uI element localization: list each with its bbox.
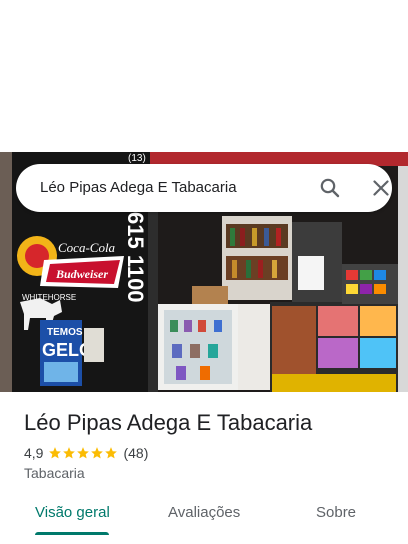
- search-icon[interactable]: [318, 176, 342, 200]
- tab-reviews[interactable]: Avaliações: [168, 504, 240, 521]
- tab-overview[interactable]: Visão geral: [35, 504, 110, 521]
- star-icon: [63, 447, 76, 459]
- active-tab-indicator: [35, 532, 109, 535]
- star-icon: [49, 447, 62, 459]
- star-icon: [77, 447, 90, 459]
- review-count[interactable]: (48): [123, 445, 148, 461]
- rating-value: 4,9: [24, 445, 44, 461]
- tab-about[interactable]: Sobre: [316, 504, 356, 521]
- search-bar[interactable]: Léo Pipas Adega E Tabacaria: [16, 164, 392, 212]
- tab-bar: Visão geral Avaliações Sobre: [0, 496, 408, 544]
- star-icon: [91, 447, 104, 459]
- sign-top-text: (13): [128, 153, 146, 164]
- rating-row[interactable]: 4,9 (48): [24, 444, 148, 462]
- star-icon: [105, 447, 118, 459]
- phone-number-sign: 615 1100: [123, 212, 148, 303]
- star-rating: [48, 446, 118, 460]
- budweiser-logo-text: Budweiser: [55, 267, 108, 281]
- place-category: Tabacaria: [24, 465, 85, 481]
- temos-text: TEMOS: [47, 327, 83, 338]
- close-icon[interactable]: [369, 176, 393, 200]
- cocacola-logo-text: Coca-Cola: [58, 240, 116, 255]
- place-title: Léo Pipas Adega E Tabacaria: [24, 410, 313, 435]
- search-query-text[interactable]: Léo Pipas Adega E Tabacaria: [40, 179, 237, 196]
